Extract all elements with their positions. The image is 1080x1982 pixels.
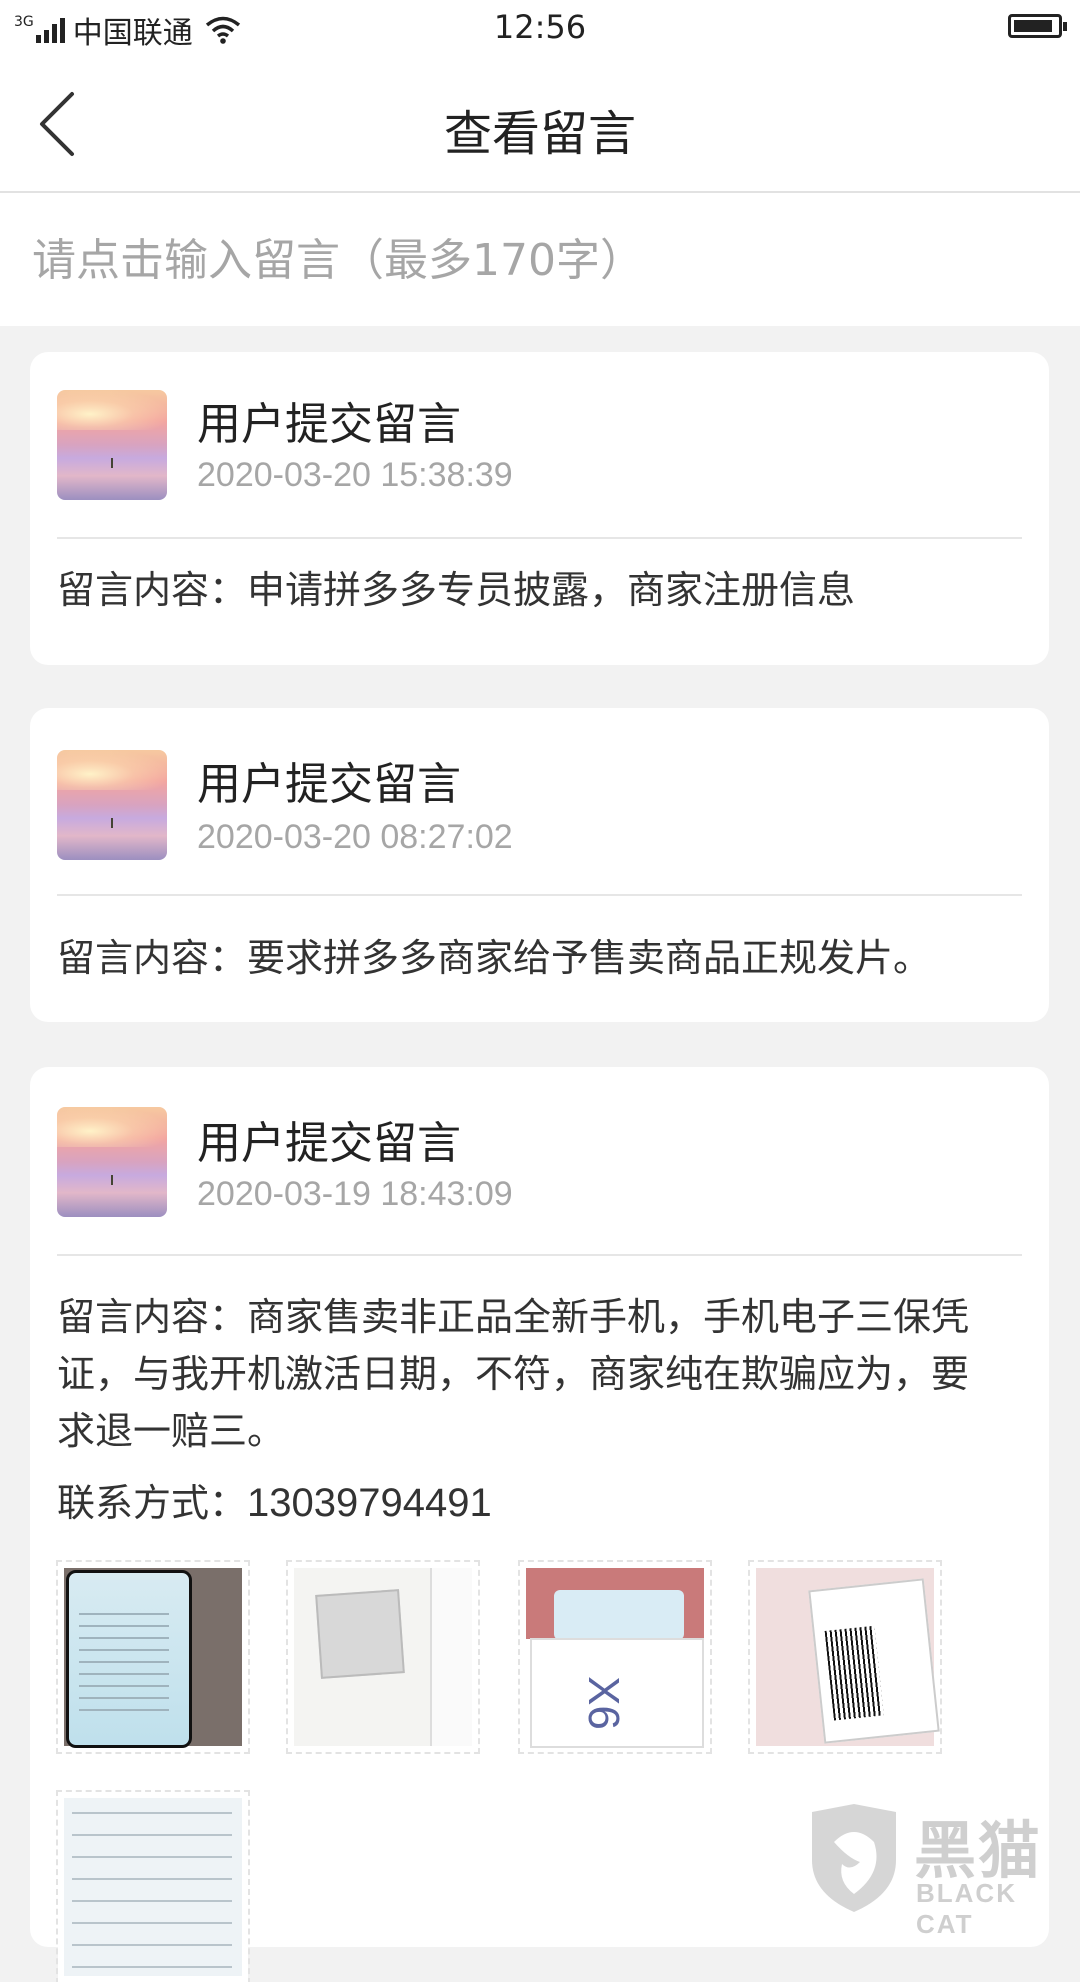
message-content: 留言内容：申请拼多多专员披露，商家注册信息 (57, 568, 856, 612)
message-time: 2020-03-20 15:38:39 (197, 456, 513, 494)
attachment-thumbnail[interactable] (286, 1560, 480, 1754)
message-title: 用户提交留言 (197, 759, 461, 810)
attachment-thumbnail[interactable] (56, 1560, 250, 1754)
message-title: 用户提交留言 (197, 1118, 461, 1169)
message-content: 留言内容：商家售卖非正品全新手机，手机电子三保凭证，与我开机激活日期，不符，商家… (57, 1295, 970, 1453)
contact-label: 联系方式： (57, 1481, 248, 1525)
status-clock: 12:56 (493, 8, 587, 46)
message-card: 用户提交留言 2020-03-20 15:38:39 留言内容：申请拼多多专员披… (30, 352, 1049, 665)
attachment-thumbnail[interactable]: X6 (518, 1560, 712, 1754)
avatar (57, 390, 167, 500)
attachment-thumbnail[interactable] (748, 1560, 942, 1754)
contact-number: 13039794491 (247, 1481, 492, 1525)
divider (57, 1254, 1022, 1256)
watermark-text: 黑猫 (914, 1814, 1043, 1887)
message-time: 2020-03-19 18:43:09 (197, 1175, 513, 1213)
message-card: 用户提交留言 2020-03-20 08:27:02 留言内容：要求拼多多商家给… (30, 708, 1049, 1022)
contact-info: 联系方式：13039794491 (57, 1472, 492, 1527)
avatar (57, 1107, 167, 1217)
black-cat-logo-icon (812, 1804, 896, 1912)
black-cat-watermark: 黑猫 BLACK CAT (804, 1800, 1074, 1939)
message-content: 留言内容：要求拼多多商家给予售卖商品正规发片。 (57, 936, 932, 980)
status-bar: 3G 中国联通 12:56 (0, 0, 1080, 56)
message-input-area (0, 193, 1080, 326)
watermark-subtext: BLACK CAT (916, 1878, 1017, 1939)
divider (57, 894, 1022, 896)
battery-icon (1008, 14, 1067, 38)
page-title: 查看留言 (443, 106, 636, 162)
message-time: 2020-03-20 08:27:02 (197, 818, 513, 856)
message-input[interactable] (30, 223, 1054, 297)
attachment-thumbnail[interactable] (56, 1790, 250, 1982)
avatar (57, 750, 167, 860)
divider (57, 537, 1022, 539)
nav-bar: 查看留言 (0, 56, 1080, 193)
message-title: 用户提交留言 (197, 399, 461, 450)
